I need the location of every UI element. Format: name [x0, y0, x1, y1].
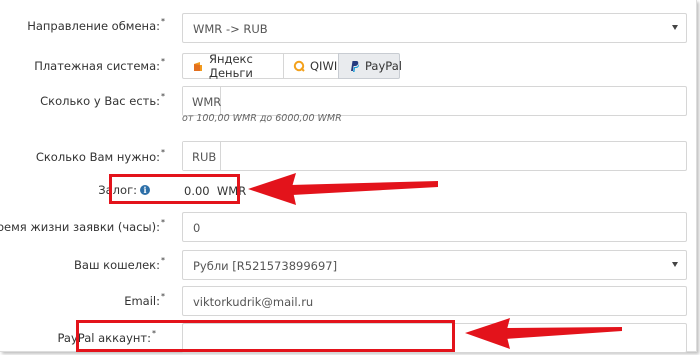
annotation-arrows: [248, 173, 622, 349]
arrow-icon-deposit: [248, 173, 438, 205]
arrow-icon-paypal: [465, 318, 622, 349]
